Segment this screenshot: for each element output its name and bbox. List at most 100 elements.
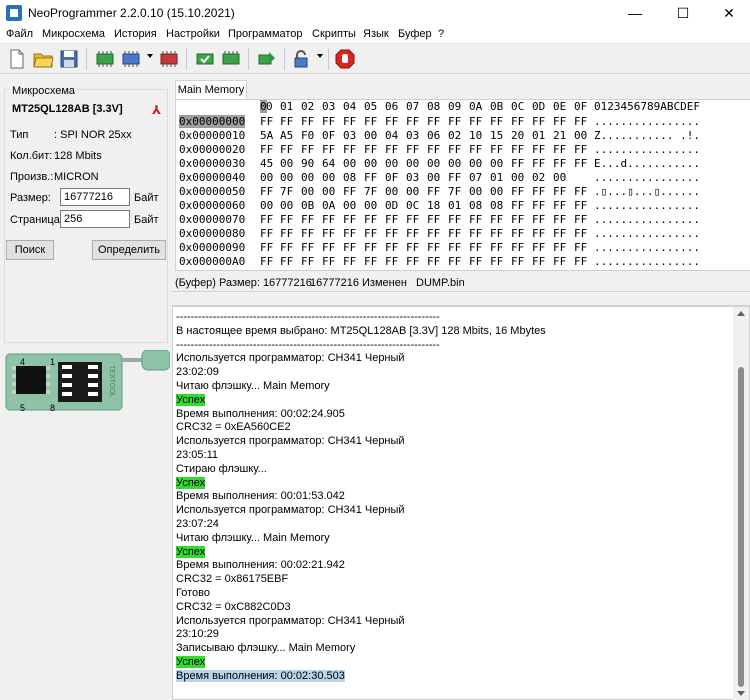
hex-byte[interactable]: FF [280,227,293,240]
hex-byte[interactable]: FF [490,213,503,226]
hex-byte[interactable]: FF [260,227,273,240]
hex-byte[interactable]: 0D [385,199,398,212]
scroll-down-arrow[interactable] [737,691,745,696]
hex-byte[interactable]: 03 [406,171,419,184]
hex-byte[interactable]: 00 [260,199,273,212]
hex-byte[interactable]: FF [553,143,566,156]
hex-byte[interactable]: FF [301,213,314,226]
hex-byte[interactable]: FF [343,255,356,268]
hex-byte[interactable]: FF [322,227,335,240]
scroll-up-arrow[interactable] [737,311,745,316]
hex-byte[interactable]: FF [406,143,419,156]
hex-byte[interactable]: 00 [469,185,482,198]
hex-byte[interactable]: FF [364,213,377,226]
hex-byte[interactable]: FF [322,241,335,254]
menu-language[interactable]: Язык [363,28,389,40]
hex-byte[interactable]: FF [301,241,314,254]
hex-byte[interactable]: 00 [364,157,377,170]
hex-byte[interactable]: FF [511,185,524,198]
maximize-button[interactable]: ☐ [660,0,706,26]
hex-byte[interactable]: FF [469,143,482,156]
hex-byte[interactable]: 20 [511,129,524,142]
hex-byte[interactable]: 08 [343,171,356,184]
hex-byte[interactable]: 00 [406,157,419,170]
hex-byte[interactable]: 00 [427,157,440,170]
hex-byte[interactable]: FF [532,213,545,226]
blank-check-icon[interactable] [220,48,242,70]
hex-byte[interactable]: FF [343,143,356,156]
hex-byte[interactable]: FF [511,143,524,156]
hex-byte[interactable]: 00 [364,199,377,212]
hex-byte[interactable]: FF [280,143,293,156]
hex-byte[interactable]: FF [574,255,587,268]
hex-byte[interactable]: FF [511,213,524,226]
hex-byte[interactable]: 00 [490,185,503,198]
menu-programmer[interactable]: Программатор [228,28,303,40]
hex-byte[interactable]: FF [427,227,440,240]
hex-byte[interactable]: FF [448,171,461,184]
hex-byte[interactable]: FF [301,115,314,128]
hex-byte[interactable]: FF [553,227,566,240]
menu-file[interactable]: Файл [6,28,33,40]
hex-byte[interactable]: 0C [406,199,419,212]
hex-byte[interactable]: FF [364,227,377,240]
hex-byte[interactable]: 00 [322,185,335,198]
hex-row[interactable]: 0x00000020 FF FF FF FF FF FF FF FF FF FF FF FF FF FF FF… [176,143,750,157]
hex-byte[interactable]: 00 [511,171,524,184]
hex-row[interactable]: 0x00000060 00 00 0B 0A 00 00 0D 0C 18 01 08 08 FF FF FF… [176,199,750,213]
hex-byte[interactable]: FF [469,213,482,226]
hex-row[interactable]: 0x00000090 FF FF FF FF FF FF FF FF FF FF FF FF FF FF FF… [176,241,750,255]
save-icon[interactable] [58,48,80,70]
size-input[interactable]: 16777216 [60,188,130,206]
hex-byte[interactable]: 08 [490,199,503,212]
hex-byte[interactable]: FF [574,143,587,156]
hex-byte[interactable]: FF [280,213,293,226]
page-input[interactable]: 256 [60,210,130,228]
hex-editor[interactable]: 0 0 01 02 03 04 05 06 07 08 09 0A 0B 0C … [175,99,750,271]
tab-main-memory[interactable]: Main Memory [175,80,247,100]
hex-byte[interactable]: FF [406,115,419,128]
hex-byte[interactable]: FF [385,241,398,254]
hex-byte[interactable]: FF [574,185,587,198]
hex-byte[interactable]: 00 [343,199,356,212]
hex-byte[interactable]: FF [260,255,273,268]
hex-byte[interactable]: 00 [553,171,566,184]
hex-byte[interactable]: FF [553,213,566,226]
hex-byte[interactable]: 00 [301,171,314,184]
hex-byte[interactable]: 21 [553,129,566,142]
hex-byte[interactable]: 07 [469,171,482,184]
hex-byte[interactable]: FF [574,241,587,254]
hex-byte[interactable]: FF [553,199,566,212]
hex-byte[interactable]: 00 [301,185,314,198]
hex-byte[interactable]: FF [448,227,461,240]
hex-byte[interactable]: FF [553,185,566,198]
hex-byte[interactable]: FF [532,157,545,170]
detect-button[interactable]: Определить [92,240,166,260]
hex-byte[interactable]: FF [532,241,545,254]
hex-byte[interactable]: FF [280,241,293,254]
hex-byte[interactable]: F0 [301,129,314,142]
menu-help[interactable]: ? [438,28,444,40]
hex-byte[interactable]: FF [322,213,335,226]
menu-settings[interactable]: Настройки [166,28,220,40]
hex-byte[interactable]: FF [343,241,356,254]
hex-byte[interactable]: 7F [280,185,293,198]
hex-byte[interactable]: FF [532,255,545,268]
hex-byte[interactable]: 03 [406,129,419,142]
hex-byte[interactable]: 00 [427,171,440,184]
read-chip-icon[interactable] [94,48,116,70]
hex-byte[interactable]: FF [553,115,566,128]
hex-byte[interactable]: FF [448,241,461,254]
hex-byte[interactable]: FF [427,143,440,156]
hex-row[interactable]: 0x000000A0 FF FF FF FF FF FF FF FF FF FF FF FF FF FF FF… [176,255,750,269]
lock-dropdown-arrow[interactable] [317,54,323,58]
hex-byte[interactable]: FF [469,115,482,128]
hex-byte[interactable]: FF [532,143,545,156]
erase-chip-icon[interactable] [158,48,180,70]
hex-byte[interactable]: FF [364,255,377,268]
hex-byte[interactable]: FF [553,241,566,254]
hex-byte[interactable]: 7F [364,185,377,198]
hex-byte[interactable]: FF [574,199,587,212]
hex-byte[interactable]: FF [260,143,273,156]
hex-byte[interactable]: FF [532,115,545,128]
